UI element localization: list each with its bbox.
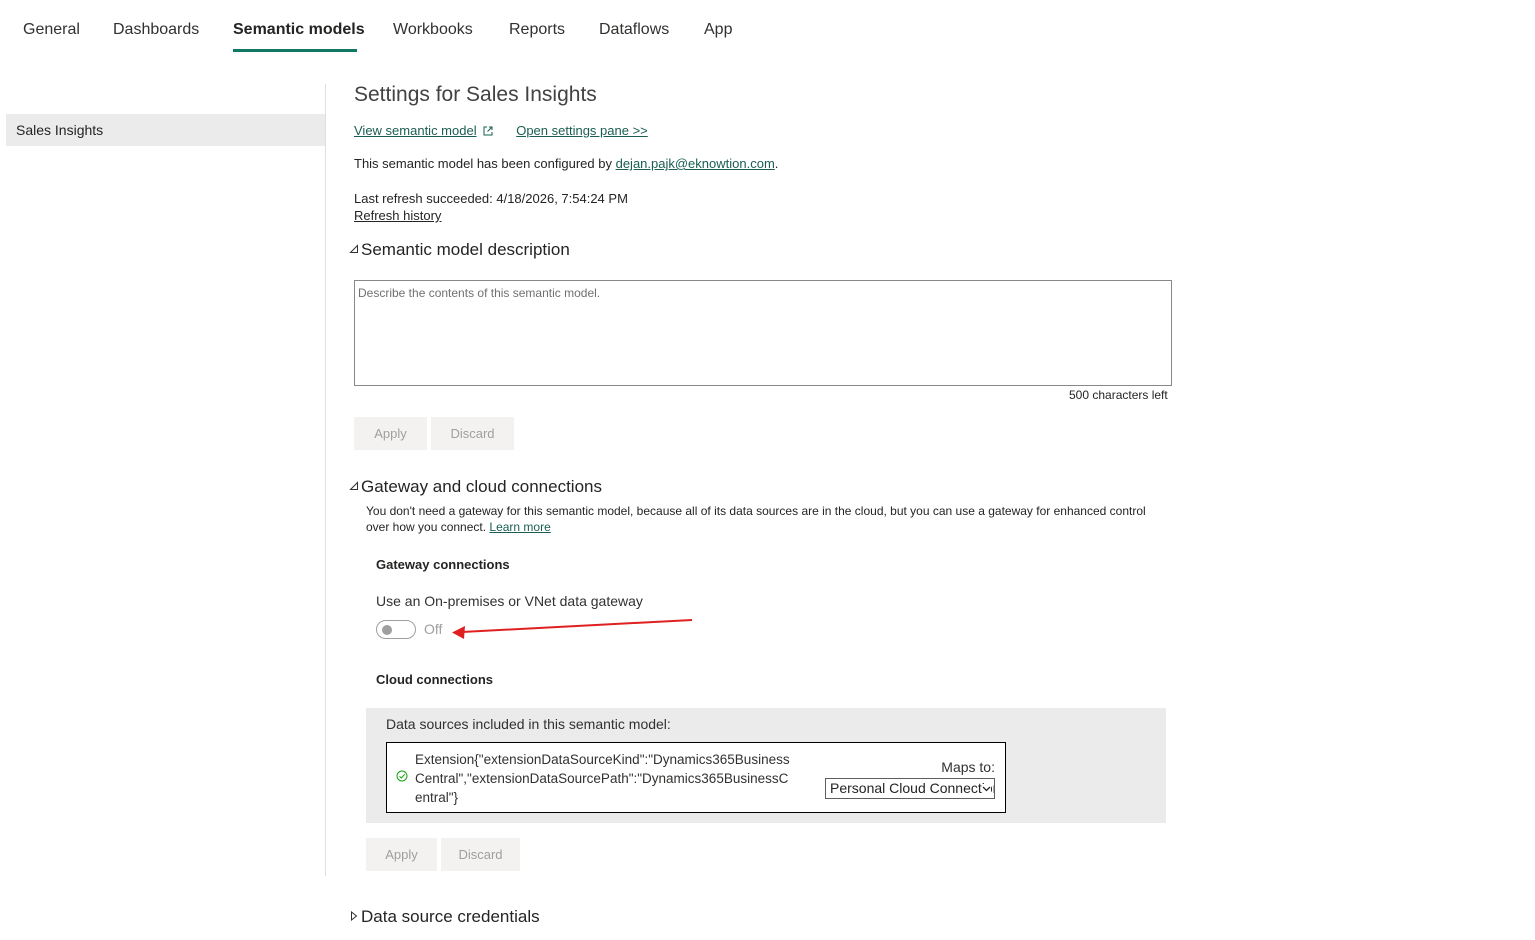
chevron-down-icon [982,784,991,793]
caret-collapsed-icon [351,911,358,921]
data-source-row: Extension{"extensionDataSourceKind":"Dyn… [386,742,1006,813]
characters-left-counter: 500 characters left [1069,388,1168,402]
open-settings-pane-link[interactable]: Open settings pane >> [516,123,648,138]
view-semantic-model-link[interactable]: View semantic model [354,123,477,138]
check-circle-icon [396,770,408,782]
active-tab-indicator [233,49,357,52]
last-refresh-status: Last refresh succeeded: 4/18/2026, 7:54:… [354,191,628,206]
gateway-discard-button[interactable]: Discard [441,838,520,871]
toggle-state-text: Off [424,621,443,637]
tab-general[interactable]: General [23,21,80,39]
semantic-model-list: Sales Insights [0,84,326,876]
use-gateway-toggle[interactable] [376,620,416,639]
sidebar-item-sales-insights[interactable]: Sales Insights [6,114,325,146]
settings-panel: Settings for Sales Insights View semanti… [349,0,1524,940]
data-sources-label: Data sources included in this semantic m… [386,716,671,732]
use-gateway-label: Use an On-premises or VNet data gateway [376,593,643,609]
red-arrow-annotation [452,619,693,639]
description-apply-button[interactable]: Apply [354,417,427,450]
settings-links: View semantic model Open settings pane >… [354,123,648,138]
gateway-connections-heading: Gateway connections [376,557,510,572]
description-section-header[interactable]: Semantic model description [349,240,570,260]
cloud-connections-heading: Cloud connections [376,672,493,687]
learn-more-link[interactable]: Learn more [489,520,550,534]
configured-by-text: This semantic model has been configured … [354,156,779,171]
caret-expanded-icon [349,244,358,253]
maps-to-select[interactable]: Personal Cloud Connection [825,778,995,799]
external-link-icon [483,126,493,136]
description-discard-button[interactable]: Discard [431,417,514,450]
data-source-name: Extension{"extensionDataSourceKind":"Dyn… [415,752,790,805]
toggle-knob [382,625,392,635]
caret-expanded-icon [349,481,358,490]
description-textarea[interactable] [354,280,1172,386]
refresh-history-link[interactable]: Refresh history [354,208,441,223]
configured-by-email-link[interactable]: dejan.pajk@eknowtion.com [616,156,775,171]
tab-dashboards[interactable]: Dashboards [113,21,199,39]
gateway-apply-button[interactable]: Apply [366,838,437,871]
maps-to-selected-value: Personal Cloud Connection [830,780,995,796]
cloud-connections-panel: Data sources included in this semantic m… [366,708,1166,823]
tab-semantic-models[interactable]: Semantic models [233,21,365,39]
page-title: Settings for Sales Insights [354,83,597,106]
gateway-description: You don't need a gateway for this semant… [366,504,1146,534]
credentials-section-header[interactable]: Data source credentials [349,907,540,927]
gateway-section-header[interactable]: Gateway and cloud connections [349,477,602,497]
maps-to-label: Maps to: [941,759,995,775]
